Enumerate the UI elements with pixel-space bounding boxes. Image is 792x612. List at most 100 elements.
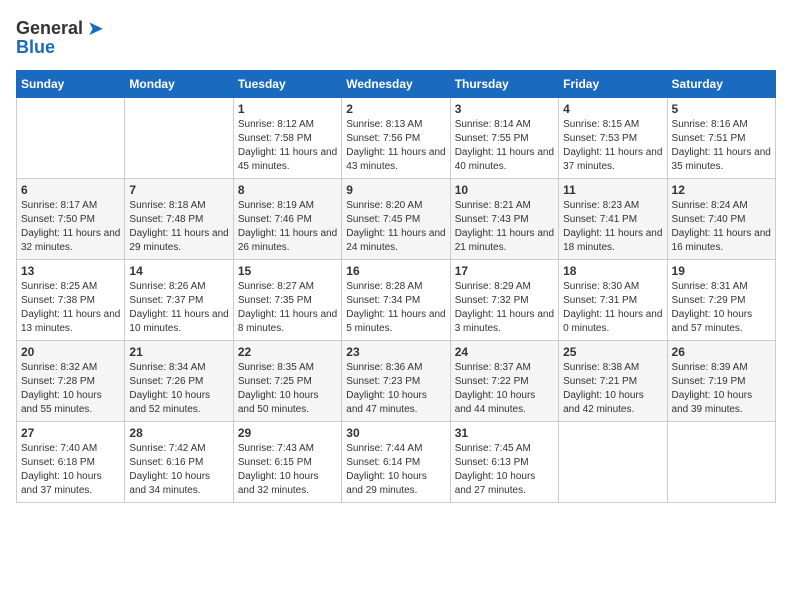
day-info: Sunrise: 8:19 AM Sunset: 7:46 PM Dayligh… <box>238 199 337 255</box>
day-number: 8 <box>238 183 337 197</box>
calendar-day-cell: 18 Sunrise: 8:30 AM Sunset: 7:31 PM Dayli… <box>559 260 667 341</box>
calendar-day-cell: 3Sunrise: 8:14 AM Sunset: 7:55 PM Daylig… <box>450 98 558 179</box>
day-number: 16 <box>346 264 445 278</box>
calendar-day-cell: 4 Sunrise: 8:15 AM Sunset: 7:53 PM Daylig… <box>559 98 667 179</box>
calendar-day-cell: 27 Sunrise: 7:40 AM Sunset: 6:18 PM Dayli… <box>17 422 125 503</box>
weekday-header-wednesday: Wednesday <box>342 71 450 98</box>
weekday-header-sunday: Sunday <box>17 71 125 98</box>
day-number: 9 <box>346 183 445 197</box>
day-info: Sunrise: 8:23 AM Sunset: 7:41 PM Dayligh… <box>563 199 662 255</box>
weekday-header-row: SundayMondayTuesdayWednesdayThursdayFrid… <box>17 71 776 98</box>
day-info: Sunrise: 8:36 AM Sunset: 7:23 PM Dayligh… <box>346 361 445 417</box>
day-number: 31 <box>455 426 554 440</box>
calendar-week-row: 20 Sunrise: 8:32 AM Sunset: 7:28 PM Dayli… <box>17 341 776 422</box>
day-info: Sunrise: 8:12 AM Sunset: 7:58 PM Dayligh… <box>238 118 337 174</box>
calendar-day-cell <box>559 422 667 503</box>
calendar-day-cell: 25 Sunrise: 8:38 AM Sunset: 7:21 PM Dayli… <box>559 341 667 422</box>
logo-bird-icon: ➤ <box>87 16 104 41</box>
day-info: Sunrise: 7:44 AM Sunset: 6:14 PM Dayligh… <box>346 442 445 498</box>
calendar-day-cell: 16 Sunrise: 8:28 AM Sunset: 7:34 PM Dayli… <box>342 260 450 341</box>
day-number: 2 <box>346 102 445 116</box>
day-info: Sunrise: 8:32 AM Sunset: 7:28 PM Dayligh… <box>21 361 120 417</box>
logo: General ➤ Blue <box>16 16 104 58</box>
day-info: Sunrise: 8:27 AM Sunset: 7:35 PM Dayligh… <box>238 280 337 336</box>
calendar-day-cell: 20 Sunrise: 8:32 AM Sunset: 7:28 PM Dayli… <box>17 341 125 422</box>
day-info: Sunrise: 8:24 AM Sunset: 7:40 PM Dayligh… <box>672 199 771 255</box>
day-number: 7 <box>129 183 228 197</box>
day-number: 29 <box>238 426 337 440</box>
calendar-day-cell <box>667 422 775 503</box>
calendar-day-cell: 2 Sunrise: 8:13 AM Sunset: 7:56 PM Daylig… <box>342 98 450 179</box>
day-info: Sunrise: 8:34 AM Sunset: 7:26 PM Dayligh… <box>129 361 228 417</box>
calendar-day-cell: 28Sunrise: 7:42 AM Sunset: 6:16 PM Dayli… <box>125 422 233 503</box>
calendar-week-row: 1 Sunrise: 8:12 AM Sunset: 7:58 PM Daylig… <box>17 98 776 179</box>
day-number: 5 <box>672 102 771 116</box>
calendar-day-cell: 1 Sunrise: 8:12 AM Sunset: 7:58 PM Daylig… <box>233 98 341 179</box>
day-info: Sunrise: 8:30 AM Sunset: 7:31 PM Dayligh… <box>563 280 662 336</box>
day-info: Sunrise: 8:29 AM Sunset: 7:32 PM Dayligh… <box>455 280 554 336</box>
calendar-day-cell: 12Sunrise: 8:24 AM Sunset: 7:40 PM Dayli… <box>667 179 775 260</box>
day-info: Sunrise: 8:28 AM Sunset: 7:34 PM Dayligh… <box>346 280 445 336</box>
day-info: Sunrise: 8:17 AM Sunset: 7:50 PM Dayligh… <box>21 199 120 255</box>
day-info: Sunrise: 8:38 AM Sunset: 7:21 PM Dayligh… <box>563 361 662 417</box>
day-number: 26 <box>672 345 771 359</box>
weekday-header-thursday: Thursday <box>450 71 558 98</box>
calendar-day-cell: 21 Sunrise: 8:34 AM Sunset: 7:26 PM Dayli… <box>125 341 233 422</box>
calendar-table: SundayMondayTuesdayWednesdayThursdayFrid… <box>16 70 776 503</box>
calendar-day-cell: 24 Sunrise: 8:37 AM Sunset: 7:22 PM Dayli… <box>450 341 558 422</box>
day-info: Sunrise: 7:42 AM Sunset: 6:16 PM Dayligh… <box>129 442 228 498</box>
day-info: Sunrise: 7:43 AM Sunset: 6:15 PM Dayligh… <box>238 442 337 498</box>
day-info: Sunrise: 8:21 AM Sunset: 7:43 PM Dayligh… <box>455 199 554 255</box>
weekday-header-saturday: Saturday <box>667 71 775 98</box>
day-info: Sunrise: 8:13 AM Sunset: 7:56 PM Dayligh… <box>346 118 445 174</box>
day-number: 23 <box>346 345 445 359</box>
calendar-day-cell: 26 Sunrise: 8:39 AM Sunset: 7:19 PM Dayli… <box>667 341 775 422</box>
day-number: 4 <box>563 102 662 116</box>
day-number: 21 <box>129 345 228 359</box>
calendar-day-cell: 13 Sunrise: 8:25 AM Sunset: 7:38 PM Dayli… <box>17 260 125 341</box>
day-number: 18 <box>563 264 662 278</box>
calendar-day-cell <box>17 98 125 179</box>
weekday-header-monday: Monday <box>125 71 233 98</box>
calendar-day-cell: 15 Sunrise: 8:27 AM Sunset: 7:35 PM Dayli… <box>233 260 341 341</box>
day-info: Sunrise: 8:37 AM Sunset: 7:22 PM Dayligh… <box>455 361 554 417</box>
calendar-day-cell: 7Sunrise: 8:18 AM Sunset: 7:48 PM Daylig… <box>125 179 233 260</box>
day-info: Sunrise: 8:35 AM Sunset: 7:25 PM Dayligh… <box>238 361 337 417</box>
day-number: 20 <box>21 345 120 359</box>
calendar-day-cell: 9 Sunrise: 8:20 AM Sunset: 7:45 PM Daylig… <box>342 179 450 260</box>
day-number: 27 <box>21 426 120 440</box>
day-info: Sunrise: 7:40 AM Sunset: 6:18 PM Dayligh… <box>21 442 120 498</box>
day-info: Sunrise: 8:31 AM Sunset: 7:29 PM Dayligh… <box>672 280 771 336</box>
day-info: Sunrise: 8:25 AM Sunset: 7:38 PM Dayligh… <box>21 280 120 336</box>
day-number: 14 <box>129 264 228 278</box>
calendar-day-cell: 6 Sunrise: 8:17 AM Sunset: 7:50 PM Daylig… <box>17 179 125 260</box>
calendar-day-cell: 31Sunrise: 7:45 AM Sunset: 6:13 PM Dayli… <box>450 422 558 503</box>
day-number: 11 <box>563 183 662 197</box>
day-number: 15 <box>238 264 337 278</box>
calendar-day-cell: 10 Sunrise: 8:21 AM Sunset: 7:43 PM Dayli… <box>450 179 558 260</box>
day-number: 1 <box>238 102 337 116</box>
day-number: 6 <box>21 183 120 197</box>
calendar-day-cell: 8 Sunrise: 8:19 AM Sunset: 7:46 PM Daylig… <box>233 179 341 260</box>
day-number: 10 <box>455 183 554 197</box>
calendar-day-cell: 29 Sunrise: 7:43 AM Sunset: 6:15 PM Dayli… <box>233 422 341 503</box>
day-number: 13 <box>21 264 120 278</box>
day-info: Sunrise: 8:15 AM Sunset: 7:53 PM Dayligh… <box>563 118 662 174</box>
day-number: 19 <box>672 264 771 278</box>
weekday-header-tuesday: Tuesday <box>233 71 341 98</box>
day-info: Sunrise: 8:20 AM Sunset: 7:45 PM Dayligh… <box>346 199 445 255</box>
calendar-day-cell: 14Sunrise: 8:26 AM Sunset: 7:37 PM Dayli… <box>125 260 233 341</box>
logo-general-text: General <box>16 18 83 39</box>
day-info: Sunrise: 8:39 AM Sunset: 7:19 PM Dayligh… <box>672 361 771 417</box>
calendar-day-cell: 22 Sunrise: 8:35 AM Sunset: 7:25 PM Dayli… <box>233 341 341 422</box>
calendar-day-cell: 19 Sunrise: 8:31 AM Sunset: 7:29 PM Dayli… <box>667 260 775 341</box>
day-number: 25 <box>563 345 662 359</box>
calendar-day-cell: 5 Sunrise: 8:16 AM Sunset: 7:51 PM Daylig… <box>667 98 775 179</box>
day-info: Sunrise: 8:14 AM Sunset: 7:55 PM Dayligh… <box>455 118 554 174</box>
day-number: 24 <box>455 345 554 359</box>
weekday-header-friday: Friday <box>559 71 667 98</box>
day-info: Sunrise: 8:16 AM Sunset: 7:51 PM Dayligh… <box>672 118 771 174</box>
calendar-week-row: 13 Sunrise: 8:25 AM Sunset: 7:38 PM Dayli… <box>17 260 776 341</box>
day-number: 30 <box>346 426 445 440</box>
day-number: 22 <box>238 345 337 359</box>
